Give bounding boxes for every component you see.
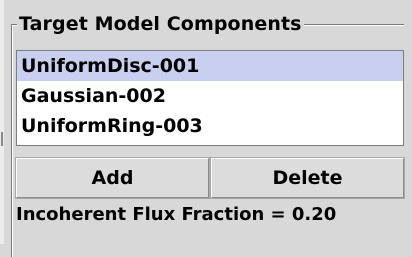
window-edge <box>0 0 4 244</box>
group-title: Target Model Components <box>17 11 304 37</box>
list-item-uniformring[interactable]: UniformRing-003 <box>17 111 403 141</box>
delete-button[interactable]: Delete <box>210 157 405 199</box>
edge-mark <box>1 132 3 146</box>
button-row: Add Delete <box>15 157 405 199</box>
list-item-uniformdisc[interactable]: UniformDisc-001 <box>17 51 403 81</box>
list-item-gaussian[interactable]: Gaussian-002 <box>17 81 403 111</box>
incoherent-flux-label: Incoherent Flux Fraction = 0.20 <box>16 204 337 225</box>
components-list[interactable]: UniformDisc-001 Gaussian-002 UniformRing… <box>16 50 404 146</box>
add-button[interactable]: Add <box>15 157 210 199</box>
